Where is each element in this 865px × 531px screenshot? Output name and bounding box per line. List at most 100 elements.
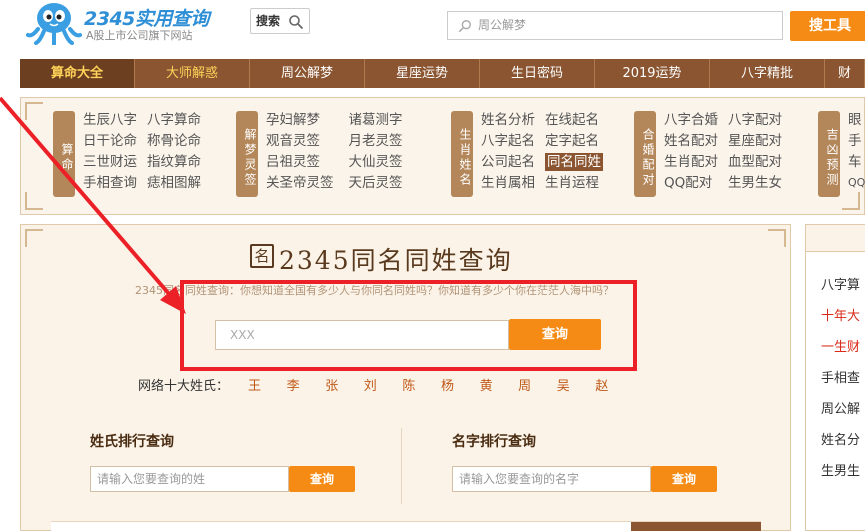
category-link[interactable]: 手相查询 [83,174,137,192]
search-button[interactable]: 搜索 [250,8,310,34]
category-link[interactable]: 姓名配对 [664,132,718,150]
category-link[interactable]: 称骨论命 [147,132,201,150]
nav-item-zhougong[interactable]: 周公解梦 [250,59,365,88]
page-title: 2345同名同姓查询 [279,241,513,277]
nav-item-dashi[interactable]: 大师解惑 [135,59,250,88]
category-link[interactable]: 生肖配对 [664,153,718,171]
category-link[interactable]: 定字起名 [545,132,603,150]
surname-link[interactable]: 杨 [441,375,480,394]
category-links: 姓名分析 在线起名 八字起名 定字起名 公司起名 同名同姓 生肖属相 生肖运程 [481,111,603,192]
corner-ornament [25,102,43,120]
category-link[interactable]: 生男生女 [728,174,782,192]
category-link[interactable]: 眼 [848,111,865,129]
category-link[interactable]: 痣相图解 [147,174,201,192]
right-sidebar-item[interactable]: 生男生 [821,460,860,479]
category-link[interactable]: 八字算命 [147,111,201,129]
category-tag: 算命 [53,111,75,197]
category-link[interactable]: 三世财运 [83,153,137,171]
category-link[interactable]: 公司起名 [481,153,535,171]
search-tools-button[interactable]: 搜工具 [790,11,865,41]
category-link[interactable]: 观音灵签 [266,132,334,150]
category-link[interactable]: QQ [848,174,865,192]
annotation-highlight-box [180,280,637,371]
search-icon [289,15,304,30]
site-search-placeholder: 周公解梦 [478,18,527,32]
category-link[interactable]: 在线起名 [545,111,603,129]
category-tag: 生肖姓名 [451,111,473,197]
nav-item-xingzuo[interactable]: 星座运势 [365,59,480,88]
right-sidebar-item[interactable]: 周公解 [821,398,860,417]
surname-link[interactable]: 李 [287,375,326,394]
next-section-tab [631,522,761,531]
right-sidebar-item[interactable]: 一生财 [821,336,860,355]
category-link[interactable]: 八字合婚 [664,111,718,129]
nav-item-cai[interactable]: 财 [825,59,865,88]
surname-link[interactable]: 周 [518,375,557,394]
category-links: 八字合婚 八字配对 姓名配对 星座配对 生肖配对 血型配对 QQ配对 生男生女 [664,111,782,192]
surname-link[interactable]: 张 [325,375,364,394]
category-link[interactable]: 生肖运程 [545,174,603,192]
category-link[interactable]: 孕妇解梦 [266,111,334,129]
page-title-text: 2345同名同姓查询 [279,246,513,275]
name-rank-label: 名字排行查询 [452,434,536,450]
name-rank-button[interactable]: 查询 [651,466,717,492]
category-link[interactable]: 八字起名 [481,132,535,150]
category-link[interactable]: 大仙灵签 [349,153,403,171]
category-link[interactable]: 手 [848,132,865,150]
corner-ornament [25,192,43,210]
category-link[interactable]: 姓名分析 [481,111,535,129]
category-link[interactable]: 诸葛测字 [349,111,403,129]
category-link[interactable]: 生肖属相 [481,174,535,192]
octopus-mascot-icon [26,3,82,45]
right-sidebar-item[interactable]: 手相查 [821,367,860,386]
site-search-input[interactable]: 周公解梦 [447,11,783,40]
surname-link[interactable]: 陈 [402,375,441,394]
category-links: 生辰八字 八字算命 日干论命 称骨论命 三世财运 指纹算命 手相查询 痣相图解 [83,111,201,192]
category-tag: 解梦灵签 [236,111,258,197]
search-icon [458,20,471,33]
right-sidebar-item[interactable]: 八字算 [821,274,860,293]
nav-item-suanming[interactable]: 算命大全 [20,59,135,88]
category-tag: 吉凶预测 [818,111,840,197]
nav-item-bazi[interactable]: 八字精批 [710,59,825,88]
logo-subtitle: A股上市公司旗下网站 [86,29,193,42]
category-link[interactable]: 关圣帝灵签 [266,174,334,192]
right-sidebar-item[interactable]: 十年大 [821,305,860,324]
category-tag: 合婚配对 [634,111,656,197]
top-surnames-label: 网络十大姓氏： [138,379,230,394]
surname-link[interactable]: 黄 [480,375,519,394]
surname-rank-input[interactable]: 请输入您要查询的姓 [90,466,289,492]
surname-rank-button[interactable]: 查询 [289,466,355,492]
category-link[interactable]: 生辰八字 [83,111,137,129]
surname-link[interactable]: 吴 [557,375,596,394]
category-link[interactable]: 天后灵签 [349,174,403,192]
category-link[interactable]: 月老灵签 [349,132,403,150]
right-sidebar-header [806,225,865,252]
category-link[interactable]: 指纹算命 [147,153,201,171]
surname-rank-label: 姓氏排行查询 [90,434,174,450]
corner-ornament [25,229,43,247]
surname-link[interactable]: 王 [248,375,287,394]
surname-link[interactable]: 刘 [364,375,403,394]
category-link[interactable]: 车 [848,153,865,171]
category-link[interactable]: 日干论命 [83,132,137,150]
category-link[interactable]: 吕祖灵签 [266,153,334,171]
page: 2345实用查询 A股上市公司旗下网站 搜索 周公解梦 搜工具 算命大全 大师解… [0,0,865,531]
name-rank-input[interactable]: 请输入您要查询的名字 [452,466,651,492]
corner-ornament [768,229,786,247]
category-link[interactable]: 星座配对 [728,132,782,150]
category-links: 孕妇解梦 诸葛测字 观音灵签 月老灵签 吕祖灵签 大仙灵签 关圣帝灵签 天后灵签 [266,111,403,192]
nav-item-2019[interactable]: 2019运势 [595,59,710,88]
category-link[interactable]: QQ配对 [664,174,718,192]
category-link[interactable]: 血型配对 [728,153,782,171]
surname-link[interactable]: 赵 [595,375,634,394]
category-link[interactable]: 八字配对 [728,111,782,129]
next-section-strip [51,521,761,531]
category-link-active[interactable]: 同名同姓 [545,153,603,171]
nav-item-shengri[interactable]: 生日密码 [480,59,595,88]
right-sidebar-item[interactable]: 姓名分 [821,429,860,448]
title-seal-icon: 名 [250,244,274,268]
main-nav: 算命大全 大师解惑 周公解梦 星座运势 生日密码 2019运势 八字精批 财 [20,59,865,88]
site-logo[interactable]: 2345实用查询 A股上市公司旗下网站 [26,0,236,46]
section-divider [401,428,402,504]
